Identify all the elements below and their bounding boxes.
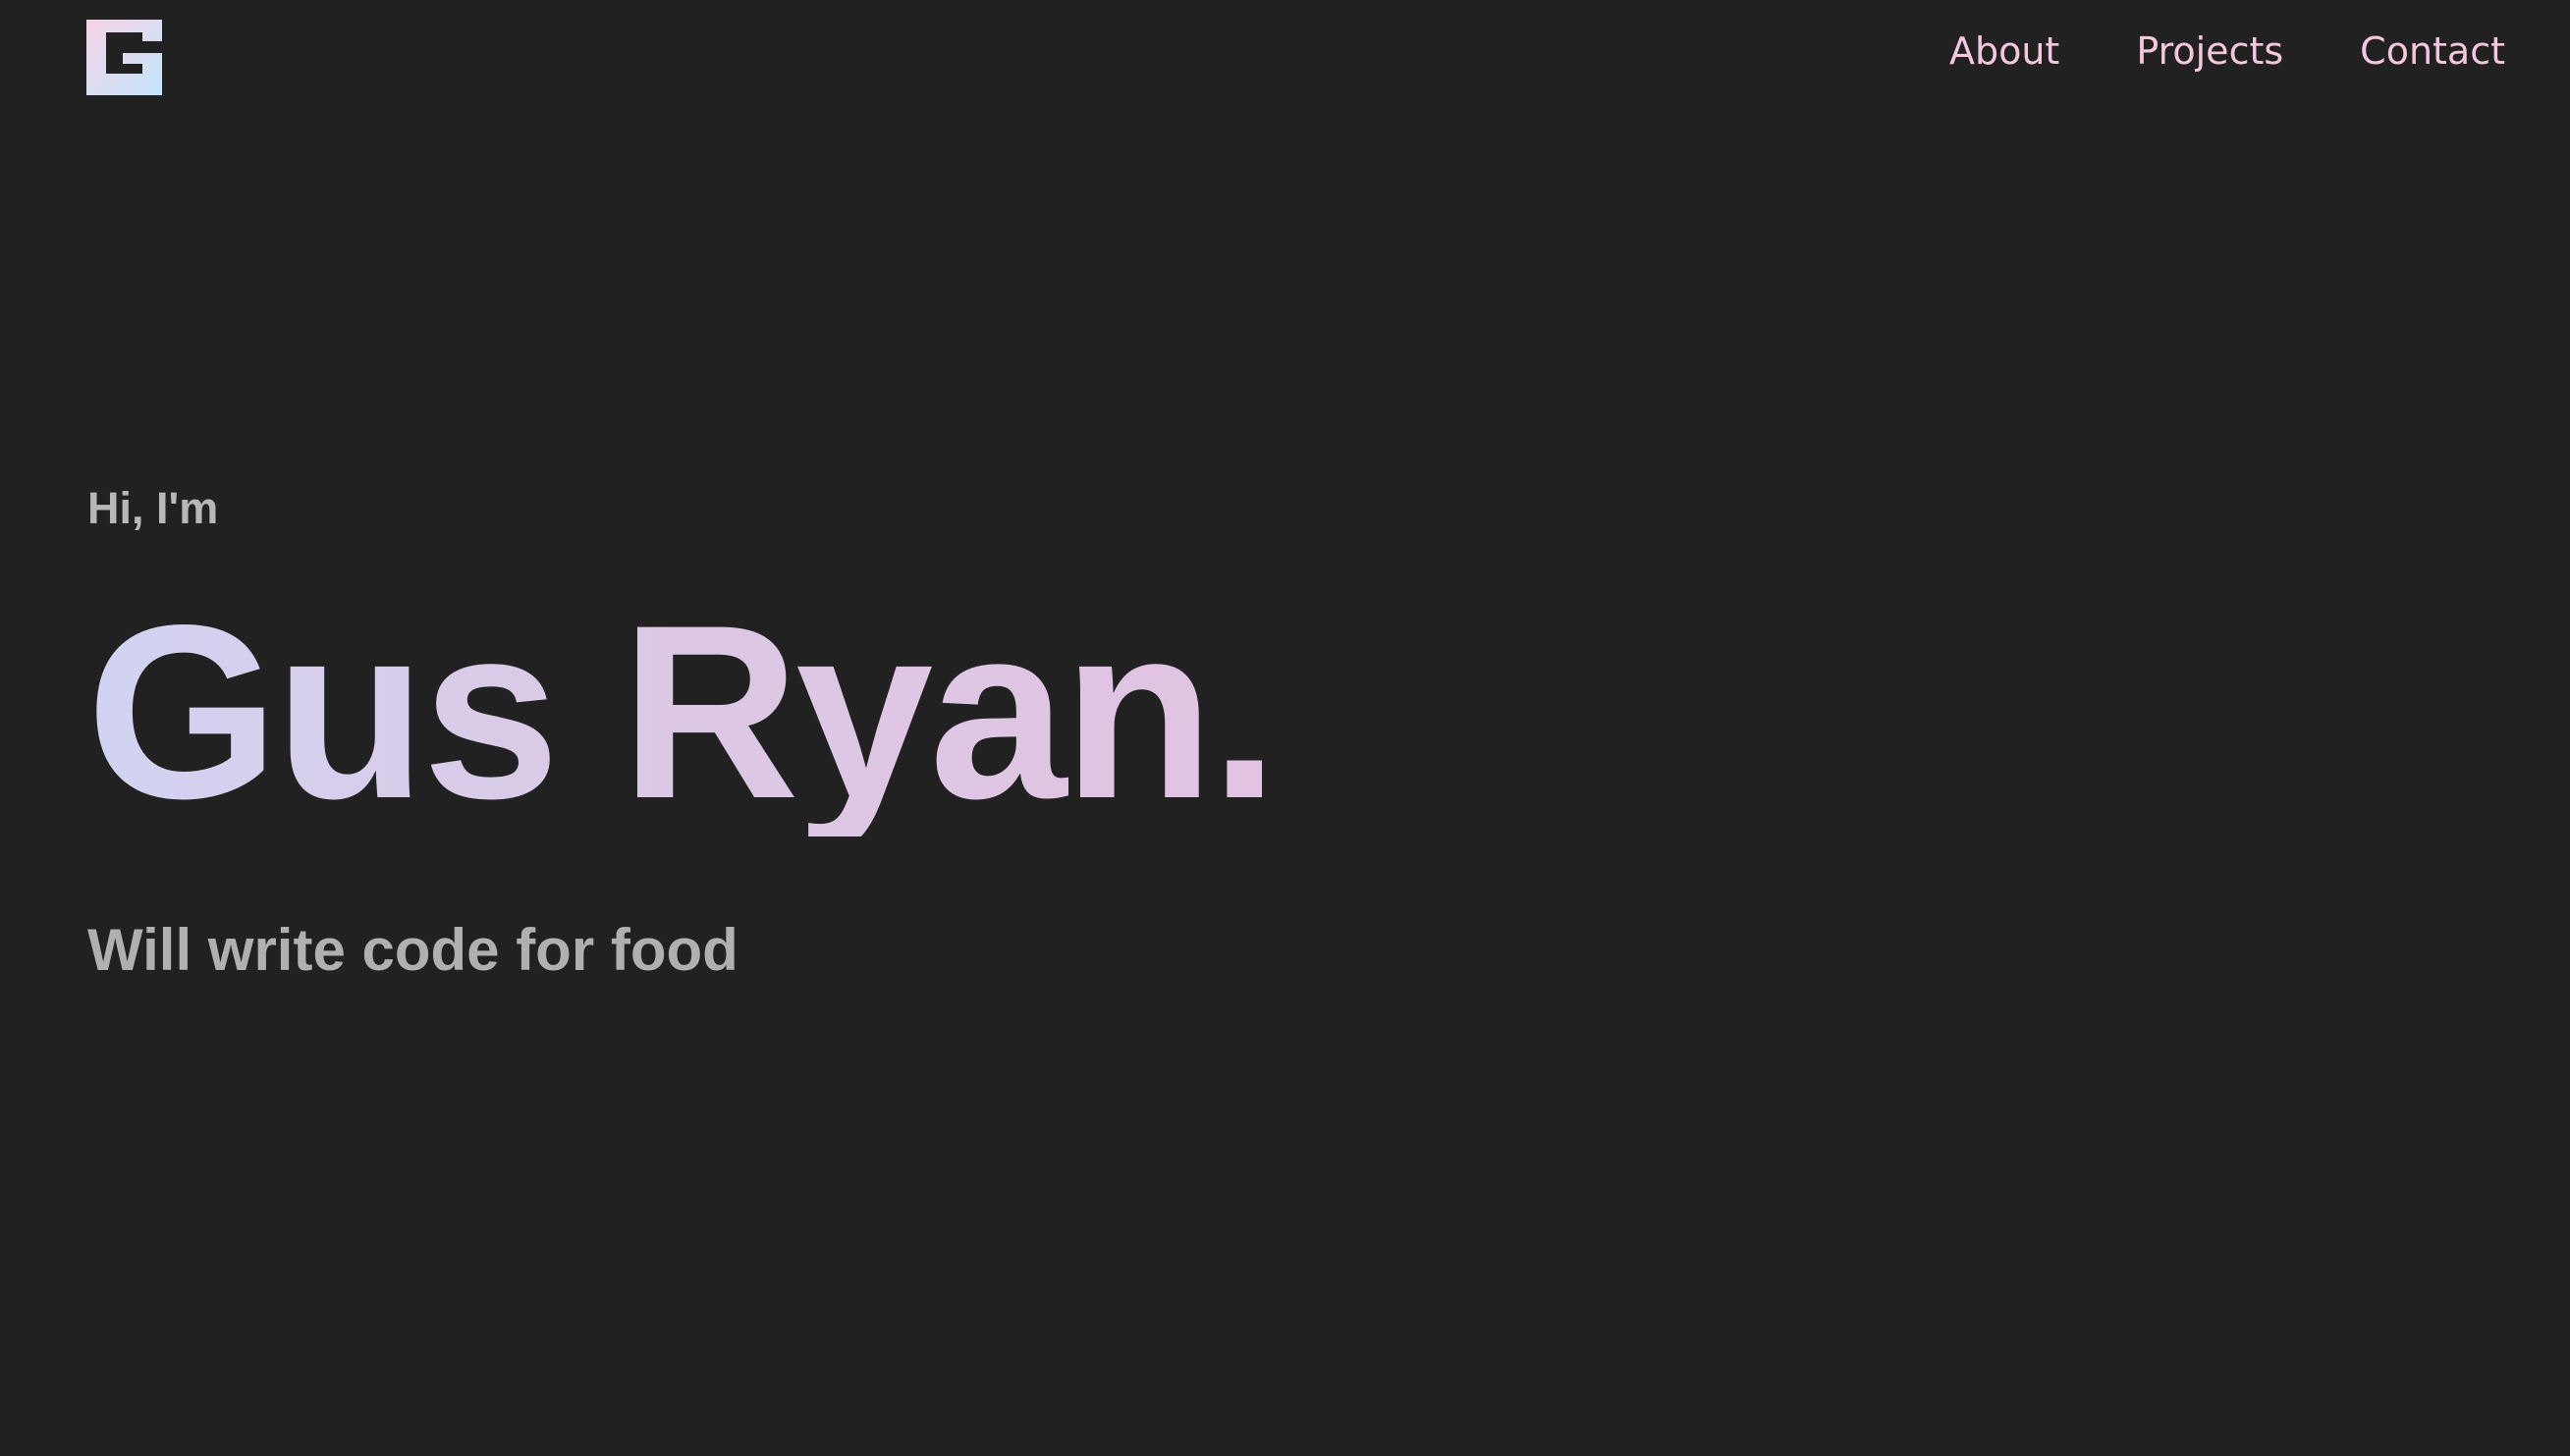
hero-name: Gus Ryan. <box>86 574 1279 850</box>
main-nav: About Projects Contact <box>1949 29 2505 73</box>
nav-link-contact[interactable]: Contact <box>2360 29 2505 73</box>
nav-link-projects[interactable]: Projects <box>2136 29 2283 73</box>
hero-greeting: Hi, I'm <box>87 483 219 533</box>
g-monogram-logo-icon[interactable] <box>86 20 162 95</box>
nav-link-about[interactable]: About <box>1949 29 2059 73</box>
hero-tagline: Will write code for food <box>87 917 738 983</box>
